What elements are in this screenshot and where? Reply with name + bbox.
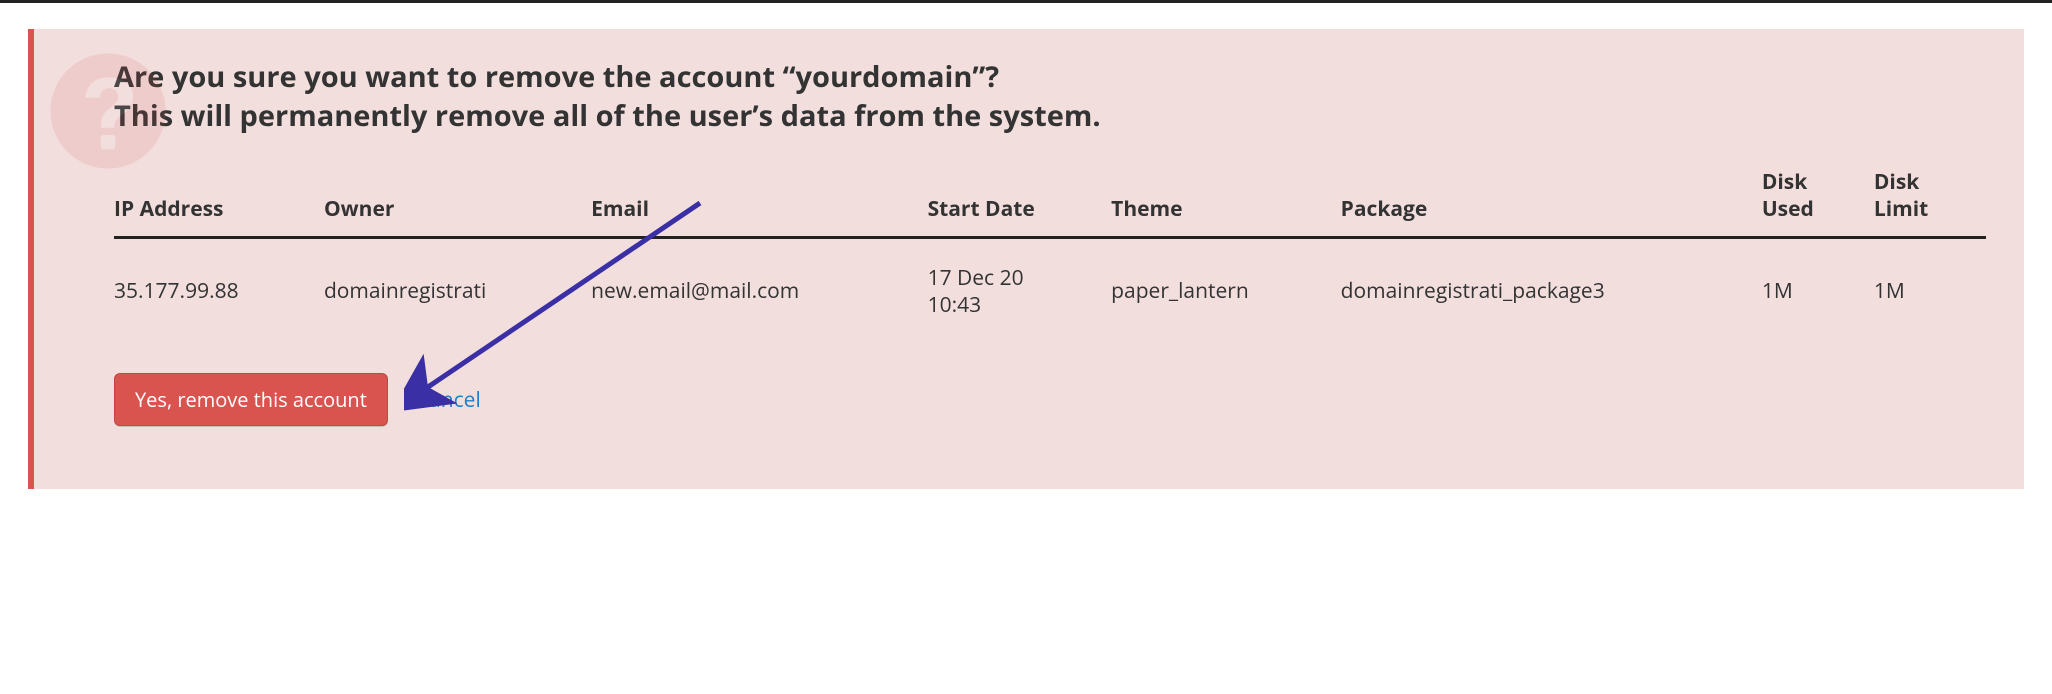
confirm-remove-button[interactable]: Yes, remove this account	[114, 373, 388, 426]
cell-theme: paper_lantern	[1111, 237, 1341, 345]
table-header-row: IP Address Owner Email Start Date Theme …	[114, 155, 1986, 237]
table-row: 35.177.99.88 domainregistrati new.email@…	[114, 237, 1986, 345]
col-email: Email	[591, 155, 927, 237]
col-package: Package	[1341, 155, 1762, 237]
col-disk-used: Disk Used	[1762, 155, 1874, 237]
col-owner: Owner	[324, 155, 591, 237]
cancel-link[interactable]: Cancel	[416, 386, 481, 414]
cell-owner: domainregistrati	[324, 237, 591, 345]
actions-row: Yes, remove this account Cancel	[114, 373, 1986, 426]
cell-disk-limit: 1M	[1874, 237, 1986, 345]
col-theme: Theme	[1111, 155, 1341, 237]
cell-email: new.email@mail.com	[591, 237, 927, 345]
confirm-delete-alert: Are you sure you want to remove the acco…	[28, 29, 2024, 489]
alert-heading-line1: Are you sure you want to remove the acco…	[114, 57, 999, 96]
alert-heading-line2: This will permanently remove all of the …	[114, 96, 1101, 135]
col-disk-limit: Disk Limit	[1874, 155, 1986, 237]
cell-disk-used: 1M	[1762, 237, 1874, 345]
cell-ip: 35.177.99.88	[114, 237, 324, 345]
alert-heading: Are you sure you want to remove the acco…	[114, 57, 1986, 135]
page-divider	[0, 0, 2052, 3]
cell-package: domainregistrati_package3	[1341, 237, 1762, 345]
col-ip: IP Address	[114, 155, 324, 237]
account-details-table: IP Address Owner Email Start Date Theme …	[114, 155, 1986, 345]
col-start-date: Start Date	[928, 155, 1112, 237]
cell-start-date: 17 Dec 20 10:43	[928, 237, 1112, 345]
